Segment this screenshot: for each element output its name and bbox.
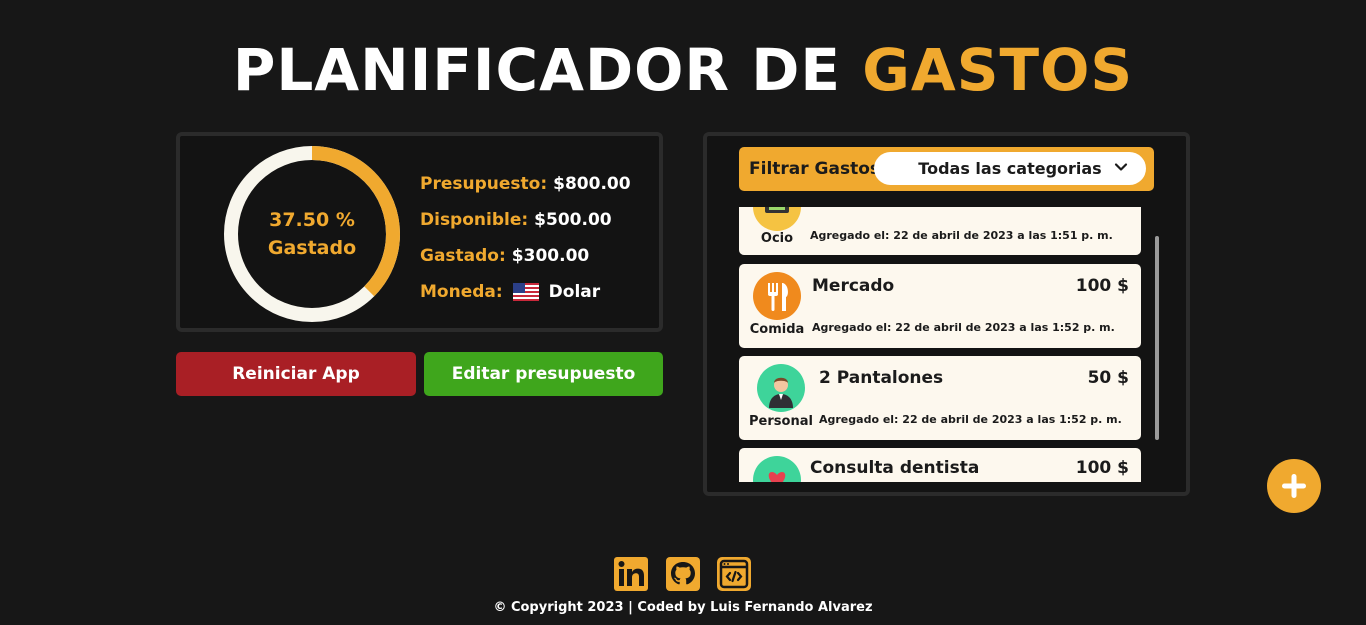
expense-card[interactable]: Ocio Agregado el: 22 de abril de 2023 a … [739, 207, 1141, 255]
expense-list[interactable]: Ocio Agregado el: 22 de abril de 2023 a … [739, 207, 1159, 482]
leisure-icon [753, 207, 801, 231]
spent-label: Gastado: [420, 246, 506, 266]
expense-list-scrollbar[interactable] [1155, 236, 1159, 440]
budget-row: Presupuesto: $800.00 [420, 166, 631, 202]
expense-amount: 50 $ [1087, 368, 1129, 388]
title-main: PLANIFICADOR DE [232, 36, 842, 104]
health-icon [753, 456, 801, 482]
category-label: Personal [749, 414, 813, 429]
progress-percent: 37.50 % [269, 209, 355, 231]
linkedin-icon[interactable] [613, 556, 649, 592]
food-icon [753, 272, 801, 320]
reset-app-button[interactable]: Reiniciar App [176, 352, 416, 396]
expense-date: Agregado el: 22 de abril de 2023 a las 1… [810, 229, 1113, 242]
budget-value: $800.00 [553, 174, 631, 194]
github-icon[interactable] [665, 556, 701, 592]
expense-amount: 100 $ [1075, 458, 1129, 478]
spent-row: Gastado: $300.00 [420, 238, 631, 274]
currency-row: Moneda: Dolar [420, 274, 631, 310]
title-accent: GASTOS [862, 36, 1134, 104]
edit-budget-button[interactable]: Editar presupuesto [424, 352, 663, 396]
expense-card[interactable]: Personal 2 Pantalones 50 $ Agregado el: … [739, 356, 1141, 440]
spent-value: $300.00 [511, 246, 590, 266]
expense-amount: 100 $ [1075, 276, 1129, 296]
category-label: Comida [749, 322, 805, 337]
filter-label: Filtrar Gastos [749, 159, 881, 179]
progress-text: 37.50 % Gastado [222, 144, 402, 324]
available-label: Disponible: [420, 210, 529, 230]
budget-label: Presupuesto: [420, 174, 548, 194]
code-window-icon[interactable] [716, 556, 752, 592]
currency-label: Moneda: [420, 282, 503, 302]
expenses-panel: Filtrar Gastos Todas las categorias Ocio… [703, 132, 1190, 496]
budget-panel: 37.50 % Gastado Presupuesto: $800.00 Dis… [176, 132, 663, 332]
expense-card[interactable]: Consulta dentista 100 $ [739, 448, 1141, 482]
available-value: $500.00 [534, 210, 612, 230]
plus-icon [1282, 474, 1306, 498]
filter-selected-value: Todas las categorias [918, 159, 1102, 178]
add-expense-button[interactable] [1267, 459, 1321, 513]
progress-caption: Gastado [267, 237, 357, 259]
expense-name: Consulta dentista [810, 458, 980, 478]
available-row: Disponible: $500.00 [420, 202, 631, 238]
expense-date: Agregado el: 22 de abril de 2023 a las 1… [812, 321, 1115, 334]
page-title: PLANIFICADOR DE GASTOS [0, 38, 1366, 102]
expense-date: Agregado el: 22 de abril de 2023 a las 1… [819, 413, 1122, 426]
filter-bar: Filtrar Gastos Todas las categorias [739, 147, 1154, 191]
budget-info: Presupuesto: $800.00 Disponible: $500.00… [420, 166, 631, 310]
expense-name: 2 Pantalones [819, 368, 944, 388]
category-label: Ocio [760, 231, 794, 246]
expense-card[interactable]: Comida Mercado 100 $ Agregado el: 22 de … [739, 264, 1141, 348]
personal-icon [757, 364, 805, 412]
category-filter-select[interactable]: Todas las categorias [874, 152, 1146, 185]
us-flag-icon [512, 283, 539, 301]
currency-value: Dolar [548, 282, 601, 302]
chevron-down-icon [1114, 163, 1128, 171]
footer-copyright: © Copyright 2023 | Coded by Luis Fernand… [493, 600, 873, 615]
expense-name: Mercado [812, 276, 895, 296]
